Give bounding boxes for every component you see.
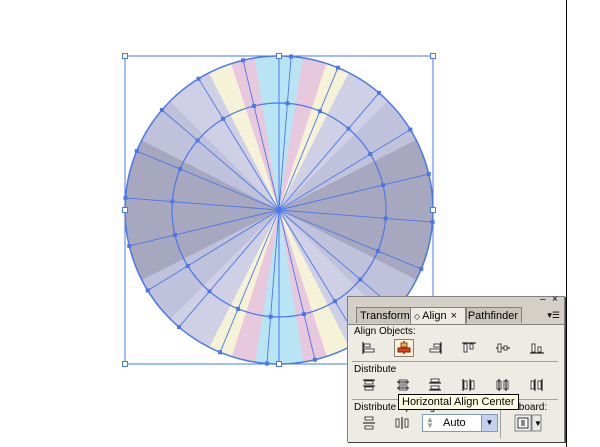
horizontal-align-left-icon — [362, 342, 375, 354]
panel-titlebar[interactable]: – × — [348, 295, 564, 307]
horizontal-distribute-space-button[interactable] — [394, 415, 414, 433]
horizontal-distribute-center-icon — [496, 379, 509, 391]
anchor-point — [419, 266, 424, 271]
anchor-point — [408, 127, 413, 132]
anchor-point — [301, 312, 306, 317]
panel-menu-icon[interactable]: ▾☰ — [547, 310, 560, 321]
vertical-align-top-button[interactable] — [460, 340, 480, 358]
horizontal-distribute-space-icon — [395, 417, 409, 429]
vertical-distribute-top-icon — [363, 379, 375, 391]
anchor-point — [268, 314, 273, 319]
tooltip: Horizontal Align Center — [398, 394, 519, 410]
panel-tabs: Transform ◇ Align × Pathfinder — [354, 307, 560, 324]
tab-transform[interactable]: Transform — [356, 307, 414, 323]
spinner-icon[interactable]: ▲ ▼ — [426, 416, 436, 430]
horizontal-distribute-center-button[interactable] — [494, 377, 514, 395]
anchor-point — [285, 101, 290, 106]
anchor-point — [358, 277, 363, 282]
anchor-point — [346, 126, 351, 131]
resize-handle — [430, 207, 436, 213]
resize-handle — [122, 207, 128, 213]
tab-close-icon[interactable]: × — [451, 310, 457, 322]
close-icon[interactable]: × — [552, 295, 558, 305]
anchor-point — [236, 306, 241, 311]
anchor-point — [221, 116, 226, 121]
align-objects-label: Align Objects: — [354, 326, 416, 337]
resize-handle — [276, 361, 282, 367]
vertical-distribute-center-icon — [397, 379, 409, 391]
resize-handle — [276, 53, 282, 59]
resize-handle — [430, 53, 436, 59]
anchor-point — [196, 76, 201, 81]
vertical-distribute-space-icon — [363, 416, 375, 430]
anchor-point — [317, 109, 322, 114]
horizontal-distribute-right-button[interactable] — [528, 377, 548, 395]
vertical-distribute-center-button[interactable] — [394, 377, 414, 395]
vertical-align-bottom-button[interactable] — [528, 340, 548, 358]
anchor-point — [332, 299, 337, 304]
tab-align[interactable]: ◇ Align × — [410, 307, 466, 324]
anchor-point — [335, 65, 340, 70]
anchor-point — [127, 243, 132, 248]
vertical-distribute-top-button[interactable] — [360, 377, 380, 395]
tab-pathfinder[interactable]: Pathfinder — [466, 307, 522, 323]
anchor-point — [375, 248, 380, 253]
chevron-down-icon[interactable]: ▼ — [481, 415, 497, 431]
section-divider — [352, 361, 558, 362]
resize-handle — [122, 361, 128, 367]
vertical-distribute-space-button[interactable] — [360, 415, 380, 433]
anchor-point — [207, 289, 212, 294]
horizontal-align-center-icon — [397, 341, 411, 354]
spacing-dropdown[interactable]: ▲ ▼ Auto ▼ — [422, 414, 498, 432]
horizontal-align-right-icon — [429, 342, 442, 354]
vertical-distribute-bottom-button[interactable] — [426, 377, 446, 395]
distribute-objects-label: Distribute — [354, 364, 397, 375]
artboard-edge — [566, 0, 567, 447]
anchor-point — [218, 350, 223, 355]
vertical-align-bottom-icon — [530, 343, 544, 354]
anchor-point — [170, 199, 175, 204]
resize-handle — [122, 53, 128, 59]
anchor-point — [159, 107, 164, 112]
horizontal-align-right-button[interactable] — [426, 340, 446, 358]
align-panel[interactable]: – × Transform ◇ Align × Pathfinder ▾☰ Alig… — [347, 295, 565, 442]
minimize-icon[interactable]: – — [540, 295, 546, 305]
anchor-point — [241, 58, 246, 63]
vertical-align-center-icon — [496, 343, 510, 353]
anchor-point — [178, 167, 183, 172]
anchor-point — [381, 183, 386, 188]
anchor-point — [195, 138, 200, 143]
anchor-point — [252, 103, 257, 108]
horizontal-distribute-right-icon — [530, 379, 543, 391]
vertical-align-center-button[interactable] — [494, 340, 514, 358]
anchor-point — [383, 216, 388, 221]
anchor-point — [368, 152, 373, 157]
anchor-point — [185, 263, 190, 268]
anchor-point — [134, 149, 139, 154]
anchor-point — [312, 357, 317, 362]
anchor-point — [176, 325, 181, 330]
align-to-artboard-icon: ▼ — [514, 414, 542, 432]
vertical-distribute-bottom-icon — [429, 378, 441, 391]
horizontal-align-left-button[interactable] — [360, 340, 380, 358]
horizontal-distribute-left-button[interactable] — [460, 377, 480, 395]
tab-options-icon: ◇ — [414, 312, 421, 321]
horizontal-distribute-left-icon — [462, 379, 475, 391]
anchor-point — [145, 288, 150, 293]
anchor-point — [426, 172, 431, 177]
anchor-point — [377, 90, 382, 95]
horizontal-align-center-button[interactable] — [394, 339, 414, 357]
svg-text:▼: ▼ — [534, 419, 542, 428]
anchor-point — [172, 232, 177, 237]
align-to-artboard-button[interactable]: ▼ — [514, 414, 542, 432]
vertical-align-top-icon — [462, 342, 476, 353]
